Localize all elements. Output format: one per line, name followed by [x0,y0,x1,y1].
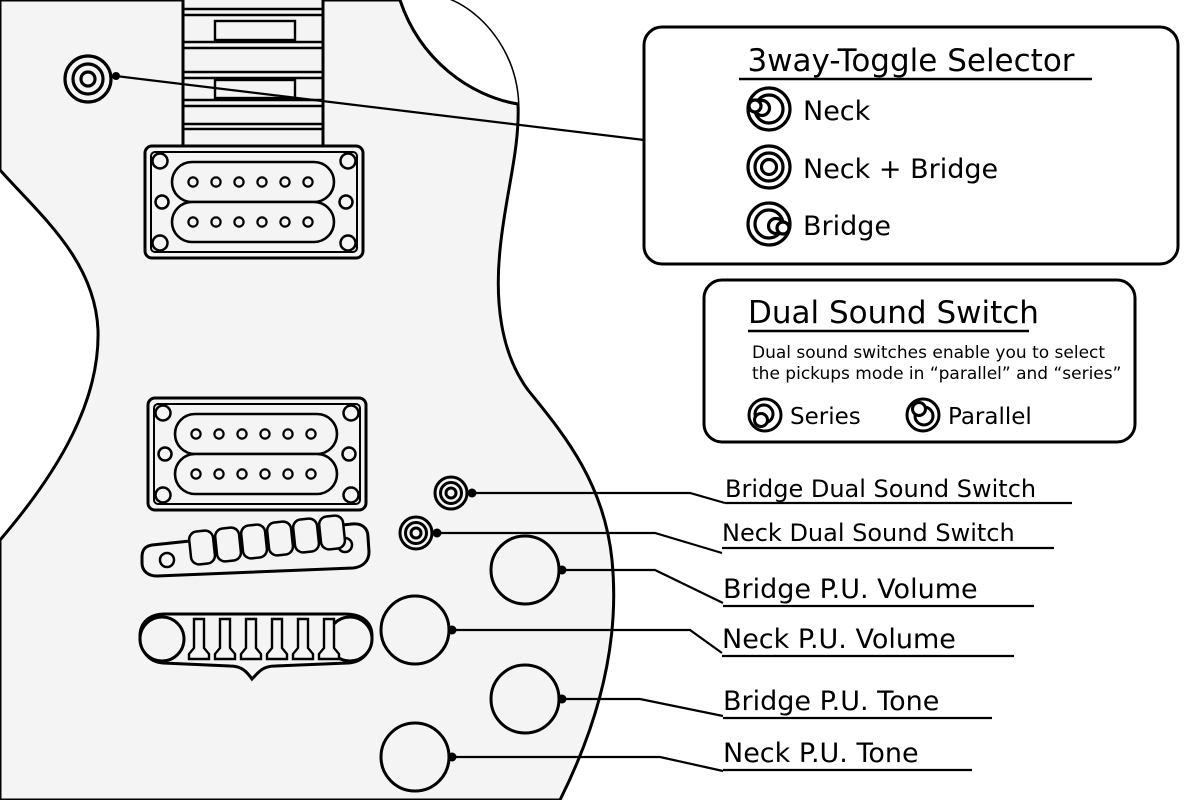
dual-sound-box-title: Dual Sound Switch [748,295,1039,331]
callout-label: Neck Dual Sound Switch [722,519,1015,547]
dual-sound-description-line2: the pickups mode in “parallel” and “seri… [752,364,1121,384]
bridge-pu-tone-knob[interactable] [489,663,561,735]
dual-sound-series-icon [747,397,783,433]
dual-sound-option-label: Parallel [948,404,1032,430]
callout-bridge-dual-sound-switch: Bridge Dual Sound Switch [725,475,1072,505]
neck-dual-sound-switch-control[interactable] [398,515,434,551]
toggle-option-label: Neck + Bridge [803,154,998,185]
fret-inlay [213,19,297,42]
toggle-switch-bridge-icon [746,201,792,247]
callout-neck-pu-volume: Neck P.U. Volume [722,624,1014,658]
callout-bridge-pu-tone: Bridge P.U. Tone [723,686,992,720]
toggle-switch-middle-icon [746,144,792,190]
dual-sound-parallel-icon [905,397,941,433]
neck-pu-volume-knob[interactable] [379,594,451,666]
callout-neck-pu-tone: Neck P.U. Tone [723,738,972,772]
bridge-humbucker-pickup [146,396,368,512]
toggle-option-label: Bridge [803,211,891,242]
dual-sound-option-label: Series [790,404,861,430]
toggle-switch-neck-icon [746,86,792,132]
callout-label: Neck P.U. Tone [723,738,919,769]
callout-label: Bridge P.U. Volume [723,574,978,605]
three-way-toggle-selector[interactable] [63,54,113,104]
toggle-box-title: 3way-Toggle Selector [747,43,1074,79]
dual-sound-switch-info-box: Dual Sound Switch Dual sound switches en… [702,278,1137,444]
callout-label: Bridge Dual Sound Switch [725,475,1036,503]
diagram-canvas: Bridge Dual Sound Switch Neck Dual Sound… [0,0,1200,800]
toggle-option-label: Neck [803,96,871,127]
callout-label: Bridge P.U. Tone [723,686,939,717]
fretboard-with-inlays [181,0,325,149]
neck-humbucker-pickup [143,144,365,260]
neck-pu-tone-knob[interactable] [379,721,451,793]
callout-neck-dual-sound-switch: Neck Dual Sound Switch [722,519,1054,550]
bridge-dual-sound-switch-control[interactable] [433,475,469,511]
dual-sound-option-series: Series [747,397,861,433]
three-way-toggle-selector-info-box: 3way-Toggle Selector Neck Neck + Bridge … [642,25,1180,266]
bridge-pu-volume-knob[interactable] [489,534,561,606]
callout-bridge-pu-volume: Bridge P.U. Volume [723,574,1034,608]
dual-sound-description-line1: Dual sound switches enable you to select [752,343,1105,363]
callout-label: Neck P.U. Volume [722,624,956,655]
dual-sound-option-parallel: Parallel [905,397,1032,433]
